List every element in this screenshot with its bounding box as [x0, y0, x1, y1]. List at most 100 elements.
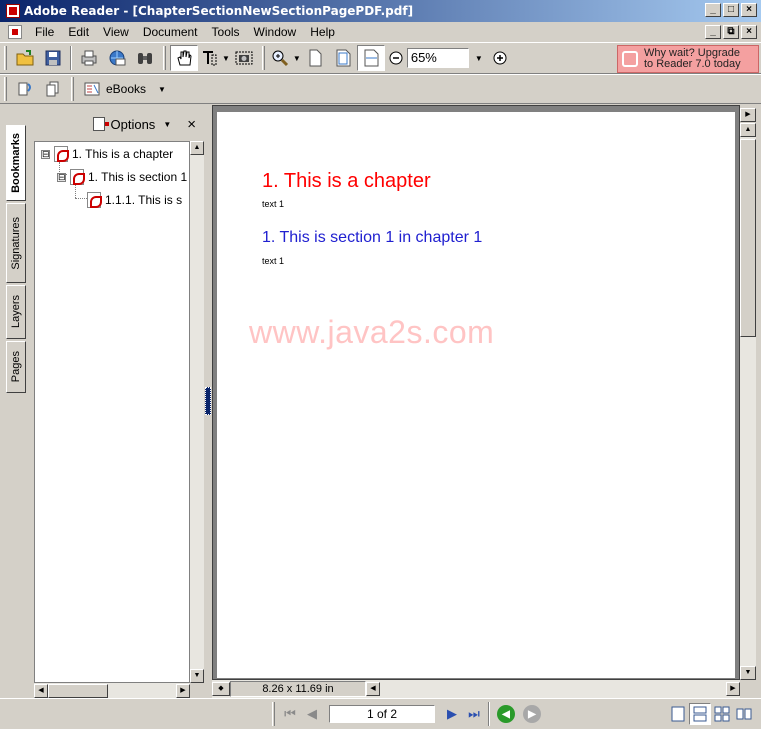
window-title-bar: Adobe Reader - [ChapterSectionNewSection… — [0, 0, 761, 22]
menu-tools[interactable]: Tools — [205, 25, 247, 39]
facing-button[interactable] — [733, 703, 755, 725]
bookmarks-horizontal-scrollbar[interactable]: ◀ ▶ — [34, 683, 190, 699]
bookmark-label[interactable]: 1. This is a chapter — [72, 147, 173, 161]
document-view[interactable]: 1. This is a chapter text 1 1. This is s… — [212, 105, 740, 680]
bookmark-label[interactable]: 1. This is section 1 in chapter 1 — [88, 170, 189, 184]
last-page-button[interactable]: ⏭ — [463, 703, 485, 725]
zoom-out-icon — [389, 51, 403, 65]
close-pane-icon[interactable]: × — [187, 116, 196, 133]
collapse-toggle-icon[interactable]: ⊟ — [57, 172, 66, 182]
adobe-reader-app-icon[interactable] — [6, 4, 20, 18]
previous-page-icon: ◀ — [307, 706, 317, 721]
collapse-toggle-icon[interactable]: ⊟ — [41, 149, 50, 159]
toolbar-grip[interactable] — [71, 77, 74, 101]
bookmarks-vertical-scrollbar[interactable]: ▲ ▼ — [190, 141, 204, 683]
toolbar-grip[interactable] — [4, 46, 7, 70]
zoom-dropdown-icon[interactable]: ▼ — [475, 54, 483, 63]
scroll-up-icon[interactable]: ▲ — [190, 141, 204, 155]
toolbar-grip[interactable] — [4, 77, 7, 101]
page-nav-arrow-icon[interactable]: ▶ — [740, 108, 756, 122]
menu-file[interactable]: File — [28, 25, 61, 39]
next-view-button[interactable]: ▶ — [523, 705, 541, 723]
page-number-field[interactable]: 1 of 2 — [329, 705, 435, 723]
menu-view[interactable]: View — [96, 25, 136, 39]
scroll-thumb[interactable] — [48, 684, 108, 698]
bookmark-item-chapter[interactable]: ⊟ 1. This is a chapter — [41, 144, 173, 164]
options-menu-icon[interactable] — [92, 117, 109, 131]
side-tabs: Bookmarks Signatures Layers Pages — [6, 125, 26, 395]
continuous-button[interactable] — [689, 703, 711, 725]
snapshot-button[interactable] — [230, 45, 258, 71]
save-disk-icon — [45, 50, 61, 66]
doc-minimize-button[interactable]: _ — [705, 25, 721, 39]
chapter-heading: 1. This is a chapter — [262, 170, 431, 192]
email-button[interactable] — [103, 45, 131, 71]
ebooks-dropdown-icon[interactable]: ▼ — [158, 85, 166, 94]
previous-view-button[interactable]: ◀ — [497, 705, 515, 723]
bookmark-item-section[interactable]: ⊟ 1. This is section 1 in chapter 1 — [57, 167, 189, 187]
doc-scroll-left-icon[interactable]: ◀ — [366, 682, 380, 696]
next-page-button[interactable]: ▶ — [441, 703, 463, 725]
camera-icon — [235, 51, 253, 65]
page-size-readout: 8.26 x 11.69 in — [230, 681, 366, 697]
tab-bookmarks[interactable]: Bookmarks — [6, 125, 26, 201]
ebooks-button[interactable]: eBooks — [106, 82, 146, 96]
tab-layers[interactable]: Layers — [6, 285, 26, 339]
document-vertical-scrollbar[interactable]: ▲ ▼ — [740, 123, 756, 680]
last-page-icon: ⏭ — [468, 706, 480, 721]
doc-scroll-right-icon[interactable]: ▶ — [726, 682, 740, 696]
previous-page-button[interactable]: ◀ — [301, 703, 323, 725]
first-page-button[interactable]: ⏮ — [279, 703, 301, 725]
menu-window[interactable]: Window — [247, 25, 304, 39]
close-button[interactable]: × — [741, 3, 757, 17]
doc-scroll-down-icon[interactable]: ▼ — [740, 666, 756, 680]
page-size-toggle-icon[interactable]: ◆ — [212, 682, 230, 696]
scroll-left-icon[interactable]: ◀ — [34, 684, 48, 698]
zoom-tool-button[interactable] — [269, 45, 291, 71]
hand-tool-button[interactable] — [170, 45, 198, 71]
zoom-out-button[interactable] — [385, 45, 407, 71]
menu-help[interactable]: Help — [303, 25, 342, 39]
toolbar-grip[interactable] — [261, 46, 265, 70]
save-button[interactable] — [39, 45, 67, 71]
doc-scroll-up-icon[interactable]: ▲ — [740, 123, 756, 137]
search-button[interactable] — [131, 45, 159, 71]
zoom-input[interactable]: 65% — [406, 48, 469, 68]
bookmark-label[interactable]: 1.1.1. This is s — [105, 193, 182, 207]
document-horizontal-scrollbar[interactable]: ◆ 8.26 x 11.69 in ◀ ▶ — [212, 680, 740, 698]
doc-scroll-thumb[interactable] — [740, 139, 756, 337]
status-separator — [488, 702, 490, 726]
ebooks-icon-button[interactable] — [78, 76, 106, 102]
single-page-button[interactable] — [667, 703, 689, 725]
options-dropdown-icon[interactable]: ▼ — [163, 120, 171, 129]
upgrade-line-2: to Reader 7.0 today — [644, 58, 741, 70]
fit-page-button[interactable] — [329, 45, 357, 71]
toolbar-grip[interactable] — [163, 46, 166, 70]
bookmark-item-subsection[interactable]: 1.1.1. This is s — [87, 190, 182, 210]
scroll-right-icon[interactable]: ▶ — [176, 684, 190, 698]
upgrade-banner[interactable]: Why wait? Upgrade to Reader 7.0 today — [617, 45, 759, 73]
scroll-down-icon[interactable]: ▼ — [190, 669, 204, 683]
tab-signatures[interactable]: Signatures — [6, 203, 26, 283]
doc-restore-button[interactable]: ⧉ — [723, 25, 739, 39]
minimize-button[interactable]: _ — [705, 3, 721, 17]
pages-button[interactable] — [39, 76, 67, 102]
zoom-in-button[interactable] — [489, 45, 511, 71]
continuous-facing-button[interactable] — [711, 703, 733, 725]
fit-width-button[interactable] — [356, 45, 385, 71]
zoom-tool-dropdown-icon[interactable]: ▼ — [293, 54, 301, 63]
actual-size-button[interactable] — [301, 45, 329, 71]
maximize-button[interactable]: □ — [723, 3, 739, 17]
text-select-dropdown-icon[interactable]: ▼ — [222, 54, 230, 63]
splitter-handle[interactable] — [205, 387, 211, 415]
options-button[interactable]: Options — [111, 117, 156, 132]
text-select-button[interactable] — [198, 45, 220, 71]
doc-close-button[interactable]: × — [741, 25, 757, 39]
tab-pages[interactable]: Pages — [6, 341, 26, 393]
menu-document[interactable]: Document — [136, 25, 205, 39]
open-button[interactable] — [11, 45, 39, 71]
rotate-button[interactable] — [11, 76, 39, 102]
menu-edit[interactable]: Edit — [61, 25, 96, 39]
print-button[interactable] — [75, 45, 103, 71]
document-system-icon[interactable] — [8, 25, 22, 39]
